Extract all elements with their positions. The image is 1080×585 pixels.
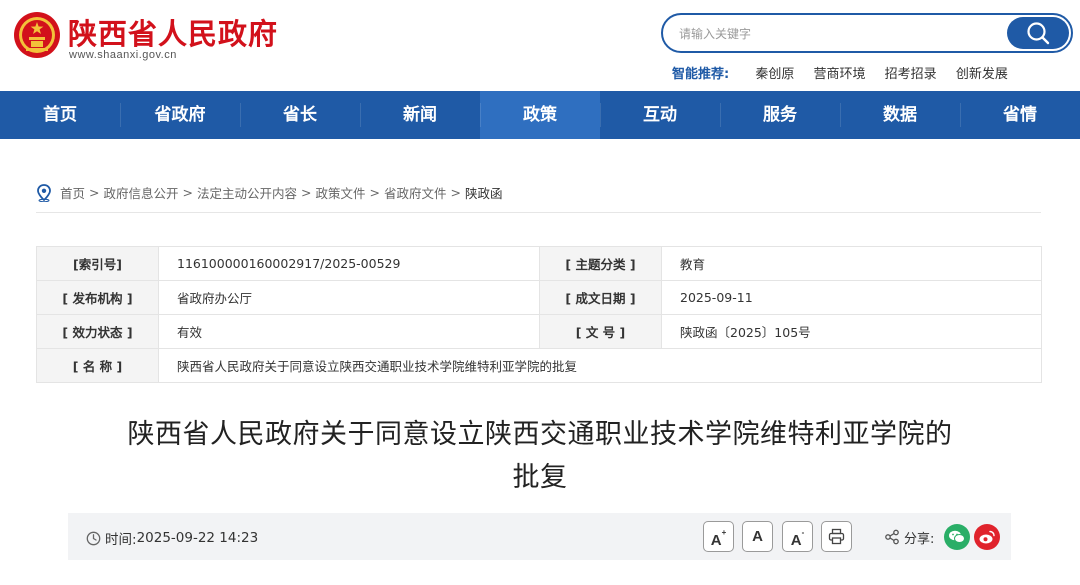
publisher-value: 省政府办公厅: [158, 280, 540, 315]
weibo-icon: [978, 529, 996, 545]
minus-icon: -: [801, 528, 805, 537]
article-title: 陕西省人民政府关于同意设立陕西交通职业技术学院维特利亚学院的 批复: [60, 413, 1020, 499]
font-increase-label: A: [710, 532, 722, 549]
plus-icon: +: [721, 528, 727, 537]
font-decrease-button[interactable]: A-: [782, 521, 813, 552]
breadcrumb-policy-documents[interactable]: 政策文件: [316, 183, 366, 202]
share-icon: [884, 529, 900, 545]
document-number-value: 陕政函〔2025〕105号: [661, 314, 1042, 349]
wechat-icon: [948, 529, 966, 545]
search-button[interactable]: [1007, 17, 1069, 49]
topic-category-value: 教育: [661, 246, 1042, 281]
site-header: 陕西省人民政府 www.shaanxi.gov.cn 智能推荐: 秦创原 营商环…: [0, 0, 1080, 91]
site-url: www.shaanxi.gov.cn: [69, 49, 177, 61]
breadcrumb-current[interactable]: 陕政函: [465, 183, 503, 202]
location-pin-icon: [36, 183, 52, 202]
smart-recommend: 智能推荐: 秦创原 营商环境 招考招录 创新发展: [672, 63, 1023, 82]
font-increase-button[interactable]: A+: [703, 521, 734, 552]
search-icon: [1025, 20, 1051, 46]
topic-category-label: [ 主题分类 ]: [539, 246, 662, 281]
nav-item-province-info[interactable]: 省情: [960, 91, 1080, 139]
smart-link-recruitment[interactable]: 招考招录: [885, 67, 937, 82]
smart-link-business-environment[interactable]: 营商环境: [814, 67, 866, 82]
font-normal-button[interactable]: A: [742, 521, 773, 552]
index-number-label: [索引号]: [36, 246, 159, 281]
nav-item-data[interactable]: 数据: [840, 91, 960, 139]
table-row: [ 发布机构 ] 省政府办公厅 [ 成文日期 ] 2025-09-11: [36, 280, 1042, 315]
print-button[interactable]: [821, 521, 852, 552]
nav-item-news[interactable]: 新闻: [360, 91, 480, 139]
nav-item-policy[interactable]: 政策: [480, 91, 600, 139]
article-title-line: 陕西省人民政府关于同意设立陕西交通职业技术学院维特利亚学院的: [127, 419, 953, 450]
article-toolbar: 时间: 2025-09-22 14:23 A+ A A- 分享:: [68, 513, 1011, 560]
breadcrumb-gov-info-disclosure[interactable]: 政府信息公开: [104, 183, 179, 202]
issue-date-label: [ 成文日期 ]: [539, 280, 662, 315]
breadcrumb-home[interactable]: 首页: [60, 183, 85, 202]
font-decrease-label: A: [790, 532, 802, 549]
smart-link-innovation[interactable]: 创新发展: [956, 67, 1008, 82]
table-row: [ 效力状态 ] 有效 [ 文 号 ] 陕政函〔2025〕105号: [36, 314, 1042, 349]
search-input[interactable]: [679, 24, 999, 44]
index-number-value: 116100000160002917/2025-00529: [158, 246, 540, 281]
document-name-value: 陕西省人民政府关于同意设立陕西交通职业技术学院维特利亚学院的批复: [158, 348, 1042, 383]
validity-status-label: [ 效力状态 ]: [36, 314, 159, 349]
breadcrumb-separator: >: [369, 185, 380, 200]
nav-item-home[interactable]: 首页: [0, 91, 120, 139]
breadcrumb-separator: >: [89, 185, 100, 200]
validity-status-value: 有效: [158, 314, 540, 349]
nav-item-provincial-government[interactable]: 省政府: [120, 91, 240, 139]
breadcrumb-separator: >: [301, 185, 312, 200]
printer-icon: [828, 528, 845, 545]
national-emblem-logo[interactable]: [12, 10, 62, 60]
publish-time: 时间: 2025-09-22 14:23: [86, 528, 258, 548]
site-name[interactable]: 陕西省人民政府: [68, 11, 278, 53]
share-label: 分享:: [904, 531, 935, 547]
share-area: 分享:: [884, 523, 1001, 551]
document-number-label: [ 文 号 ]: [539, 314, 662, 349]
publish-time-label: 时间:: [105, 532, 137, 548]
search-box: [661, 13, 1073, 53]
publisher-label: [ 发布机构 ]: [36, 280, 159, 315]
smart-recommend-label: 智能推荐:: [672, 67, 730, 82]
clock-icon: [86, 531, 101, 546]
breadcrumb-separator: >: [182, 185, 193, 200]
document-meta-table: [索引号] 116100000160002917/2025-00529 [ 主题…: [36, 246, 1042, 383]
table-row: [索引号] 116100000160002917/2025-00529 [ 主题…: [36, 246, 1042, 281]
document-name-label: [ 名 称 ]: [36, 348, 159, 383]
breadcrumb-separator: >: [450, 185, 461, 200]
publish-time-value: 2025-09-22 14:23: [136, 530, 259, 546]
breadcrumb-divider: [36, 212, 1041, 213]
article-title-line: 批复: [512, 462, 568, 493]
weibo-share-button[interactable]: [974, 524, 1001, 550]
main-nav: 首页 省政府 省长 新闻 政策 互动 服务 数据 省情: [0, 91, 1080, 139]
table-row: [ 名 称 ] 陕西省人民政府关于同意设立陕西交通职业技术学院维特利亚学院的批复: [36, 348, 1042, 383]
breadcrumb-provincial-gov-documents[interactable]: 省政府文件: [384, 183, 447, 202]
breadcrumb: 首页 > 政府信息公开 > 法定主动公开内容 > 政策文件 > 省政府文件 > …: [36, 183, 503, 202]
smart-link-qinchuangyuan[interactable]: 秦创原: [755, 67, 794, 82]
breadcrumb-statutory-disclosure[interactable]: 法定主动公开内容: [197, 183, 297, 202]
nav-item-interaction[interactable]: 互动: [600, 91, 720, 139]
issue-date-value: 2025-09-11: [661, 280, 1042, 315]
nav-item-governor[interactable]: 省长: [240, 91, 360, 139]
wechat-share-button[interactable]: [944, 524, 971, 550]
nav-item-services[interactable]: 服务: [720, 91, 840, 139]
